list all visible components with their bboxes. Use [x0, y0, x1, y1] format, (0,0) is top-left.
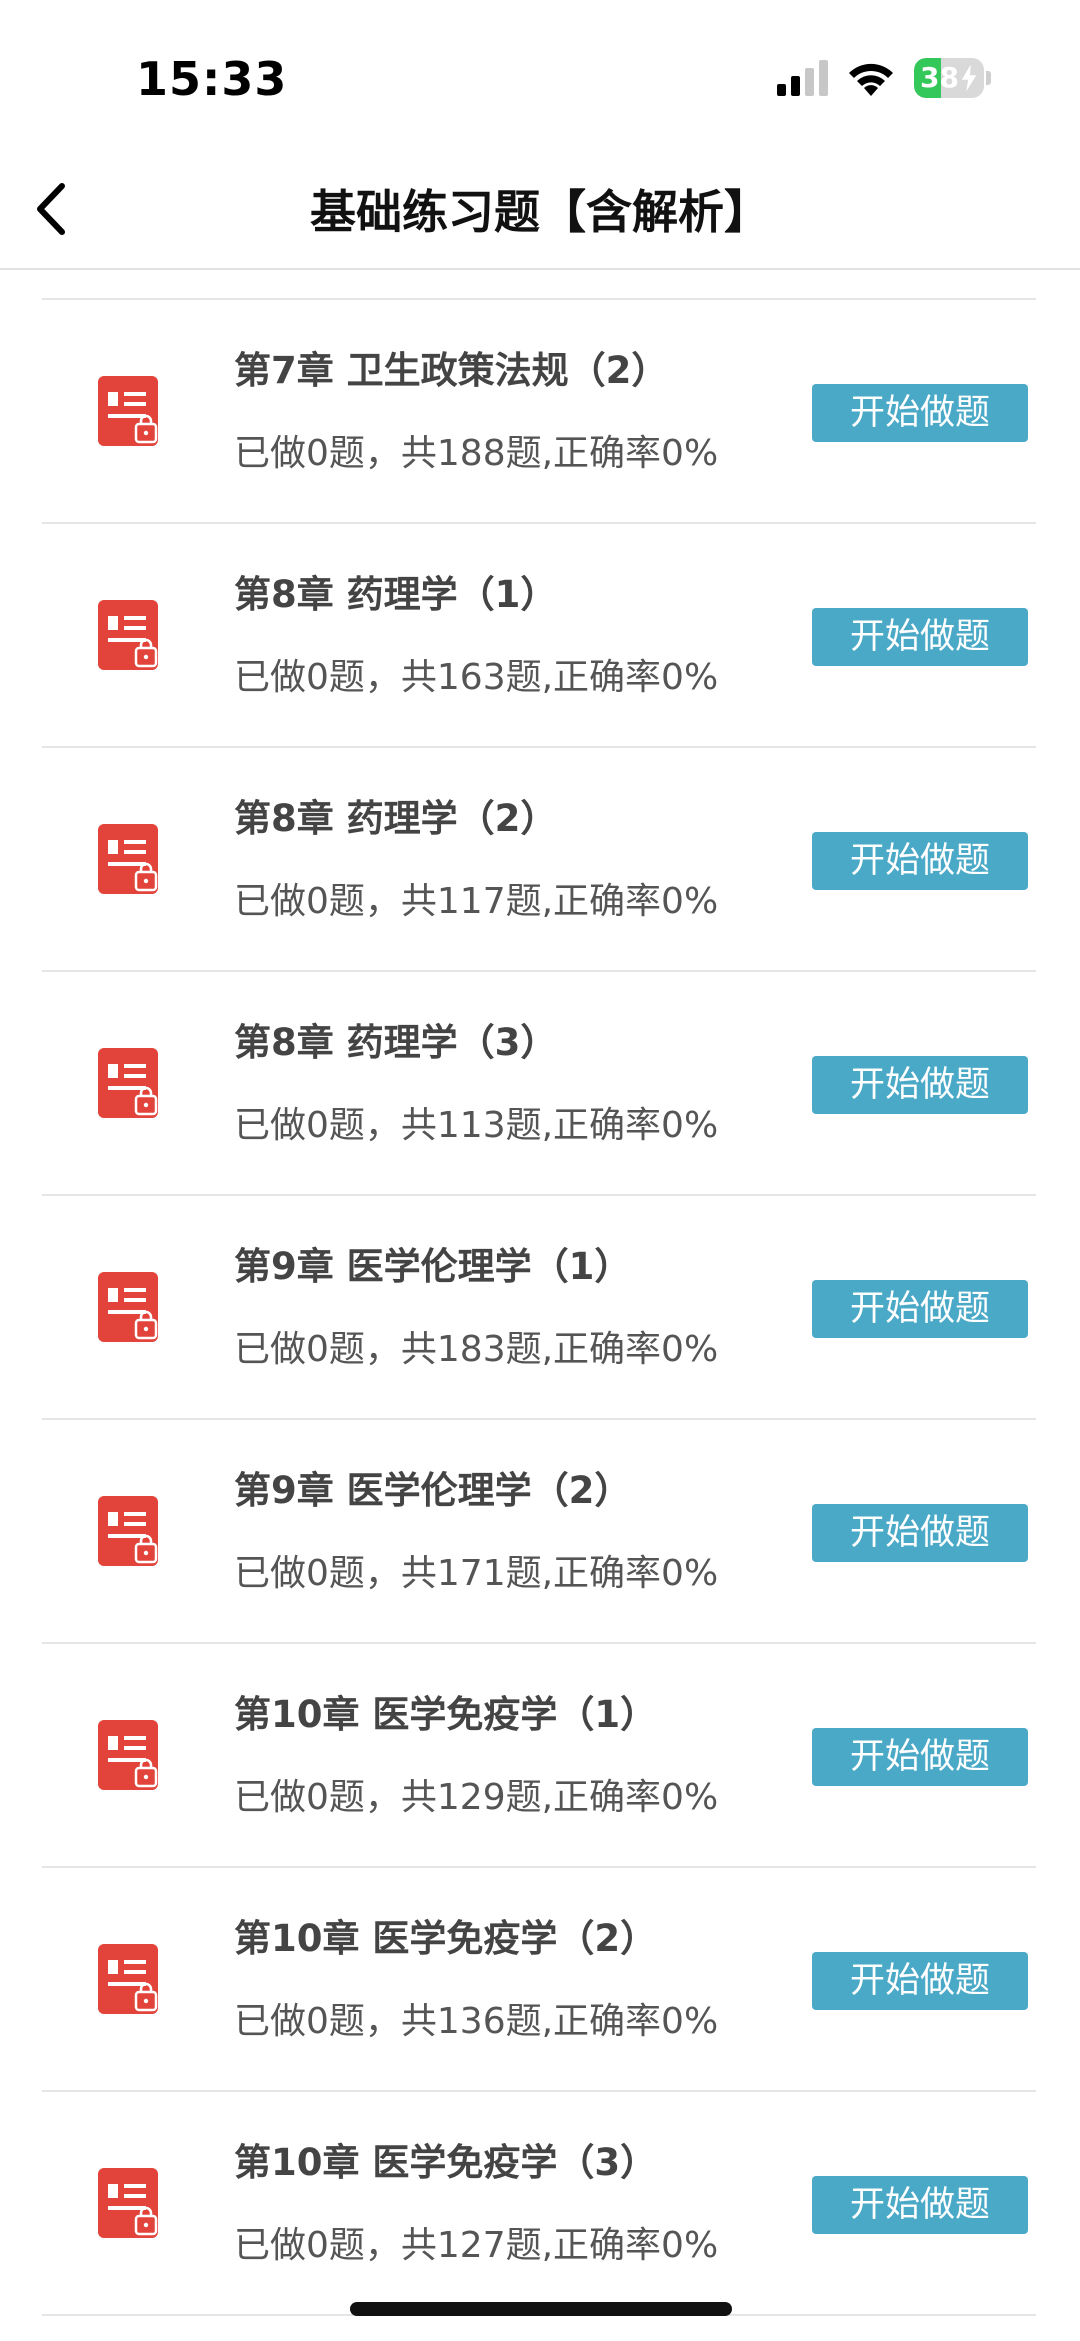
- charging-bolt-icon: [961, 64, 977, 92]
- locked-document-icon: [98, 1720, 158, 1790]
- chapter-stats: 已做0题，共117题,正确率0%: [234, 881, 719, 922]
- status-time: 15:33: [136, 52, 288, 106]
- chapter-stats: 已做0题，共113题,正确率0%: [234, 1105, 719, 1146]
- locked-document-icon: [98, 600, 158, 670]
- start-practice-button[interactable]: 开始做题: [812, 384, 1028, 442]
- start-practice-button[interactable]: 开始做题: [812, 1056, 1028, 1114]
- list-item[interactable]: 第10章 医学免疫学（3） 已做0题，共127题,正确率0% 开始做题: [42, 2090, 1036, 2314]
- chapter-title: 第7章 卫生政策法规（2）: [234, 349, 669, 392]
- locked-document-icon: [98, 2168, 158, 2238]
- locked-document-icon: [98, 1944, 158, 2014]
- chapter-stats: 已做0题，共188题,正确率0%: [234, 433, 719, 474]
- list-item[interactable]: 第10章 医学免疫学（2） 已做0题，共136题,正确率0% 开始做题: [42, 1866, 1036, 2090]
- chapter-title: 第8章 药理学（1）: [234, 573, 558, 616]
- locked-document-icon: [98, 1048, 158, 1118]
- start-practice-button[interactable]: 开始做题: [812, 1504, 1028, 1562]
- chapter-stats: 已做0题，共171题,正确率0%: [234, 1553, 719, 1594]
- navigation-bar: 基础练习题【含解析】: [0, 150, 1080, 270]
- locked-document-icon: [98, 824, 158, 894]
- chapter-stats: 已做0题，共183题,正确率0%: [234, 1329, 719, 1370]
- start-practice-button[interactable]: 开始做题: [812, 608, 1028, 666]
- battery-body: 38: [914, 58, 984, 98]
- list-item[interactable]: 第7章 卫生政策法规（2） 已做0题，共188题,正确率0% 开始做题: [42, 298, 1036, 522]
- list-item[interactable]: 第9章 医学伦理学（2） 已做0题，共171题,正确率0% 开始做题: [42, 1418, 1036, 1642]
- list-item[interactable]: 第10章 医学免疫学（1） 已做0题，共129题,正确率0% 开始做题: [42, 1642, 1036, 1866]
- start-practice-button[interactable]: 开始做题: [812, 1728, 1028, 1786]
- list-item[interactable]: 第8章 药理学（3） 已做0题，共113题,正确率0% 开始做题: [42, 970, 1036, 1194]
- home-indicator[interactable]: [350, 2302, 732, 2316]
- chapter-stats: 已做0题，共129题,正确率0%: [234, 1777, 719, 1818]
- start-practice-button[interactable]: 开始做题: [812, 1952, 1028, 2010]
- chapter-title: 第10章 医学免疫学（3）: [234, 2141, 658, 2184]
- start-practice-button[interactable]: 开始做题: [812, 1280, 1028, 1338]
- chapter-stats: 已做0题，共127题,正确率0%: [234, 2225, 719, 2266]
- list-item[interactable]: 第8章 药理学（2） 已做0题，共117题,正确率0% 开始做题: [42, 746, 1036, 970]
- wifi-icon: [849, 63, 893, 96]
- chapter-title: 第8章 药理学（2）: [234, 797, 558, 840]
- chapter-title: 第10章 医学免疫学（2）: [234, 1917, 658, 1960]
- locked-document-icon: [98, 1272, 158, 1342]
- list-item[interactable]: 第8章 药理学（1） 已做0题，共163题,正确率0% 开始做题: [42, 522, 1036, 746]
- chapter-list[interactable]: 第7章 卫生政策法规（2） 已做0题，共188题,正确率0% 开始做题 第8章 …: [0, 270, 1080, 2341]
- battery-percent: 38: [920, 61, 959, 94]
- status-bar: 15:33 38: [0, 0, 1080, 150]
- page-title: 基础练习题【含解析】: [310, 185, 770, 239]
- chapter-stats: 已做0题，共163题,正确率0%: [234, 657, 719, 698]
- app-screen: 15:33 38 基础练习题【含解析】 第7章 卫生政策法规（2） 已做0题，共…: [0, 0, 1080, 2341]
- locked-document-icon: [98, 1496, 158, 1566]
- signal-icon: [777, 60, 828, 96]
- start-practice-button[interactable]: 开始做题: [812, 832, 1028, 890]
- battery-cap: [986, 71, 991, 85]
- chapter-title: 第8章 药理学（3）: [234, 1021, 558, 1064]
- locked-document-icon: [98, 376, 158, 446]
- chapter-title: 第9章 医学伦理学（1）: [234, 1245, 632, 1288]
- chapter-title: 第9章 医学伦理学（2）: [234, 1469, 632, 1512]
- chapter-title: 第10章 医学免疫学（1）: [234, 1693, 658, 1736]
- chapter-stats: 已做0题，共136题,正确率0%: [234, 2001, 719, 2042]
- battery-icon: 38: [914, 58, 992, 100]
- start-practice-button[interactable]: 开始做题: [812, 2176, 1028, 2234]
- list-item[interactable]: 第9章 医学伦理学（1） 已做0题，共183题,正确率0% 开始做题: [42, 1194, 1036, 1418]
